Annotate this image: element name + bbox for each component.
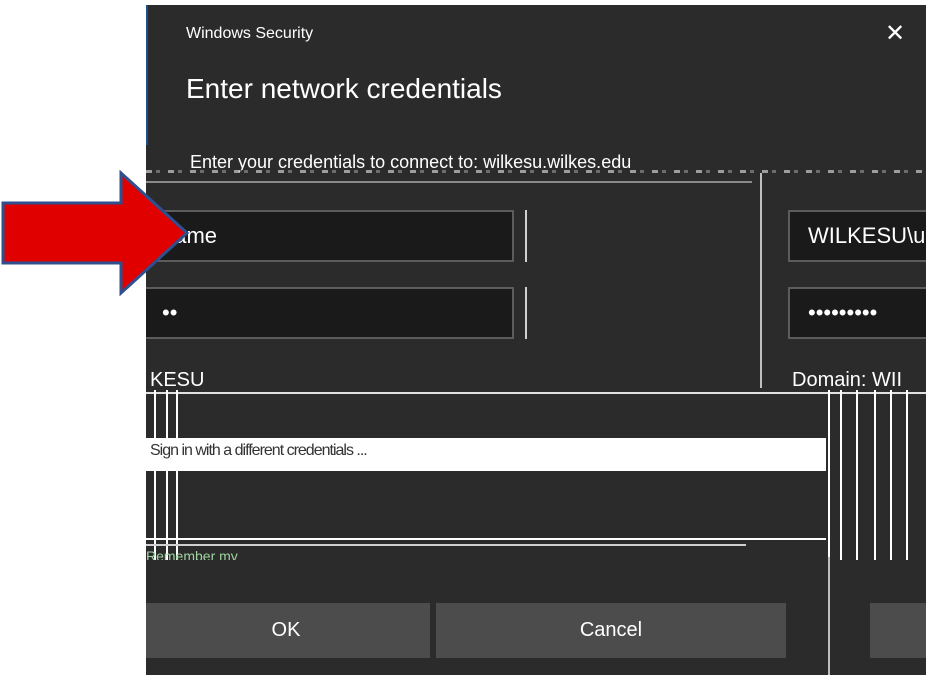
password-field-left[interactable]: •• [146,287,514,339]
render-glitch-line [146,170,926,173]
remember-credentials-label[interactable]: Remember my [146,548,238,560]
divider-horizontal [146,181,752,183]
dialog-accent-border [146,5,148,145]
red-arrow-annotation [1,170,190,296]
divider-vertical [760,173,762,388]
more-choices-link[interactable]: Sign in with a different credentials ... [150,442,368,460]
arrow-shape [1,170,190,296]
glitch-line [146,544,746,546]
glitch-bar [890,390,892,560]
glitch-bar [166,390,168,560]
glitch-bar [906,390,908,560]
glitch-line [146,392,926,394]
divider-vertical-bottom [828,557,830,675]
glitch-line [146,538,826,540]
glitch-bar [874,390,876,560]
username-field-right[interactable]: WILKESU\us [788,210,926,262]
glitch-bar [176,390,178,560]
ok-button[interactable]: OK [146,603,430,658]
glitch-bar [840,390,842,560]
glitch-bar [856,390,858,560]
domain-label-left: KESU [150,369,205,391]
glitch-bar [828,390,830,560]
ok-button-right[interactable] [870,603,926,658]
password-field-right[interactable]: ••••••••• [788,287,926,339]
dialog-app-title: Windows Security [186,25,314,42]
close-button[interactable]: ✕ [879,18,911,50]
field-edge [525,287,527,339]
glitch-bar [154,390,156,560]
domain-label-right: Domain: WII [792,369,903,391]
cancel-button[interactable]: Cancel [436,603,786,658]
render-glitch-area: Sign in with a different credentials ...… [146,390,926,560]
dialog-heading: Enter network credentials [186,73,502,104]
field-edge [525,210,527,262]
credentials-dialog: Windows Security ✕ Enter network credent… [146,5,926,675]
username-field-left[interactable]: name [146,210,514,262]
